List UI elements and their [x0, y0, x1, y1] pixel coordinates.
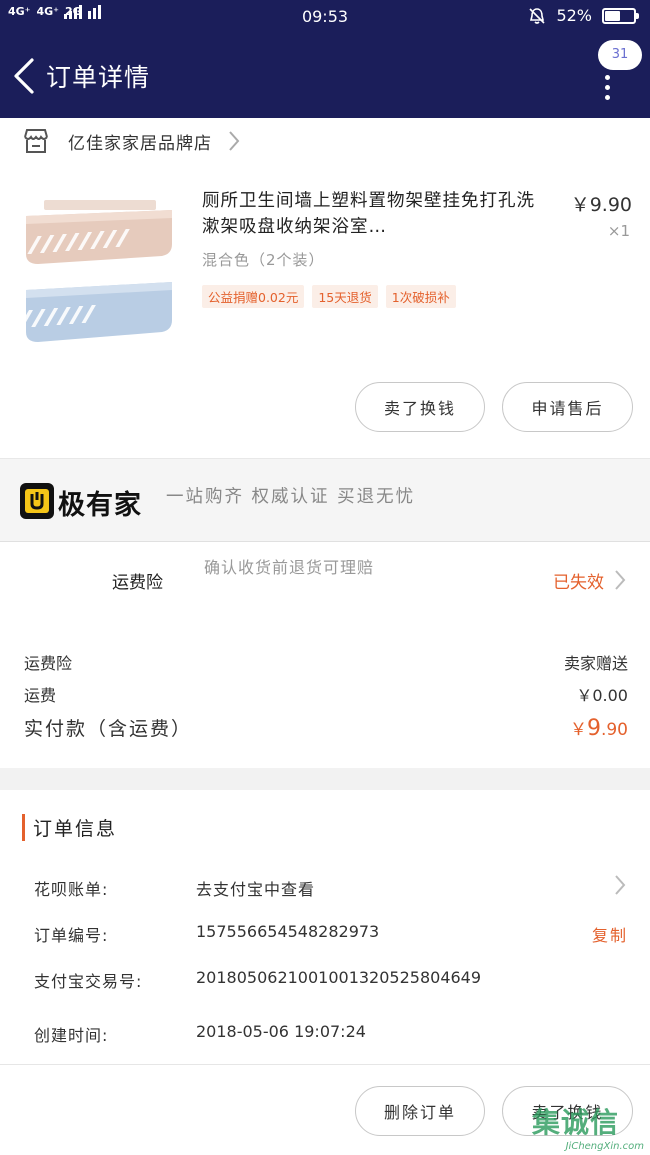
brand-name: 极有家: [58, 490, 142, 521]
tag-return: 15天退货: [312, 285, 378, 308]
chevron-right-icon: [615, 875, 626, 895]
tag-charity: 公益捐赠0.02元: [202, 285, 305, 308]
copy-button[interactable]: 复制: [592, 922, 628, 946]
alipay-label: 支付宝交易号:: [34, 972, 143, 991]
paid-int: 9: [586, 716, 601, 741]
product-title[interactable]: 厕所卫生间墙上塑料置物架壁挂免打孔洗漱架吸盘收纳架浴室…: [202, 188, 542, 240]
summary-label: 运费险: [24, 654, 73, 673]
brand-slogan: 一站购齐 权威认证 买退无忧: [166, 487, 416, 507]
order-number: 157556654548282973: [196, 922, 380, 941]
huabei-value: 去支付宝中查看: [196, 880, 316, 899]
summary-label: 运费: [24, 686, 57, 705]
paid-dec: .90: [600, 720, 628, 740]
divider: [0, 1064, 650, 1065]
summary-row-paid: 实付款（含运费） ￥9.90: [24, 714, 628, 741]
battery-percent: 52%: [556, 6, 592, 25]
summary-row-insurance: 运费险 卖家赠送: [24, 650, 628, 674]
paid-amount: ￥9.90: [570, 715, 628, 741]
watermark-logo: 集诚信 JiChengXin.com: [532, 1106, 644, 1152]
product-sku: 混合色（2个装）: [202, 251, 325, 269]
alipay-number: 2018050621001001320525804649: [196, 968, 482, 987]
order-number-label: 订单编号:: [34, 926, 109, 945]
shop-name: 亿佳家家居品牌店: [68, 133, 212, 154]
insurance-desc: 确认收货前退货可理赔: [204, 558, 375, 577]
more-menu-icon[interactable]: [602, 70, 612, 100]
back-arrow-icon[interactable]: [10, 56, 38, 96]
product-thumbnail[interactable]: [22, 194, 178, 354]
payment-summary: 运费险 确认收货前退货可理赔 已失效 运费险 卖家赠送 运费 ￥0.00 实付款…: [0, 542, 650, 768]
created-label: 创建时间:: [34, 1026, 109, 1045]
summary-row-shipping: 运费 ￥0.00: [24, 682, 628, 706]
paid-currency: ￥: [569, 720, 587, 740]
battery-icon: [602, 7, 639, 24]
mute-bell-icon: [529, 7, 546, 24]
created-time: 2018-05-06 19:07:24: [196, 1022, 366, 1041]
delete-order-button[interactable]: 删除订单: [355, 1086, 485, 1136]
status-bar: 4G⁺ 4G⁺ 2G 09:53 52%: [0, 0, 650, 32]
product-price: ￥9.90: [570, 194, 632, 216]
order-item-card: 亿佳家家居品牌店 厕所卫生间墙上塑料置物架壁挂免打孔洗漱架吸盘收纳架浴室… ￥9…: [0, 118, 650, 458]
nav-bar: 订单详情 31: [0, 32, 650, 118]
insurance-label: 运费险: [112, 573, 163, 593]
order-info-title: 订单信息: [22, 814, 117, 841]
shop-header[interactable]: 亿佳家家居品牌店: [22, 126, 240, 156]
huabei-label: 花呗账单:: [34, 880, 109, 899]
sell-exchange-button[interactable]: 卖了换钱: [355, 382, 485, 432]
page-title: 订单详情: [46, 63, 151, 92]
after-sale-button[interactable]: 申请售后: [502, 382, 633, 432]
summary-value: ￥0.00: [576, 686, 628, 705]
insurance-status[interactable]: 已失效: [553, 568, 604, 593]
chevron-right-icon: [229, 131, 240, 151]
store-icon: [24, 129, 48, 153]
brand-logo-icon: [20, 483, 54, 519]
chevron-right-icon[interactable]: [614, 569, 626, 591]
paid-label: 实付款（含运费）: [24, 718, 193, 740]
product-quantity: ×1: [607, 222, 630, 240]
message-count-badge[interactable]: 31: [598, 40, 642, 70]
service-tags: 公益捐赠0.02元 15天退货 1次破损补: [202, 285, 456, 308]
brand-banner[interactable]: 极有家 一站购齐 权威认证 买退无忧: [0, 458, 650, 542]
summary-value: 卖家赠送: [563, 654, 628, 673]
tag-damage: 1次破损补: [385, 285, 456, 308]
